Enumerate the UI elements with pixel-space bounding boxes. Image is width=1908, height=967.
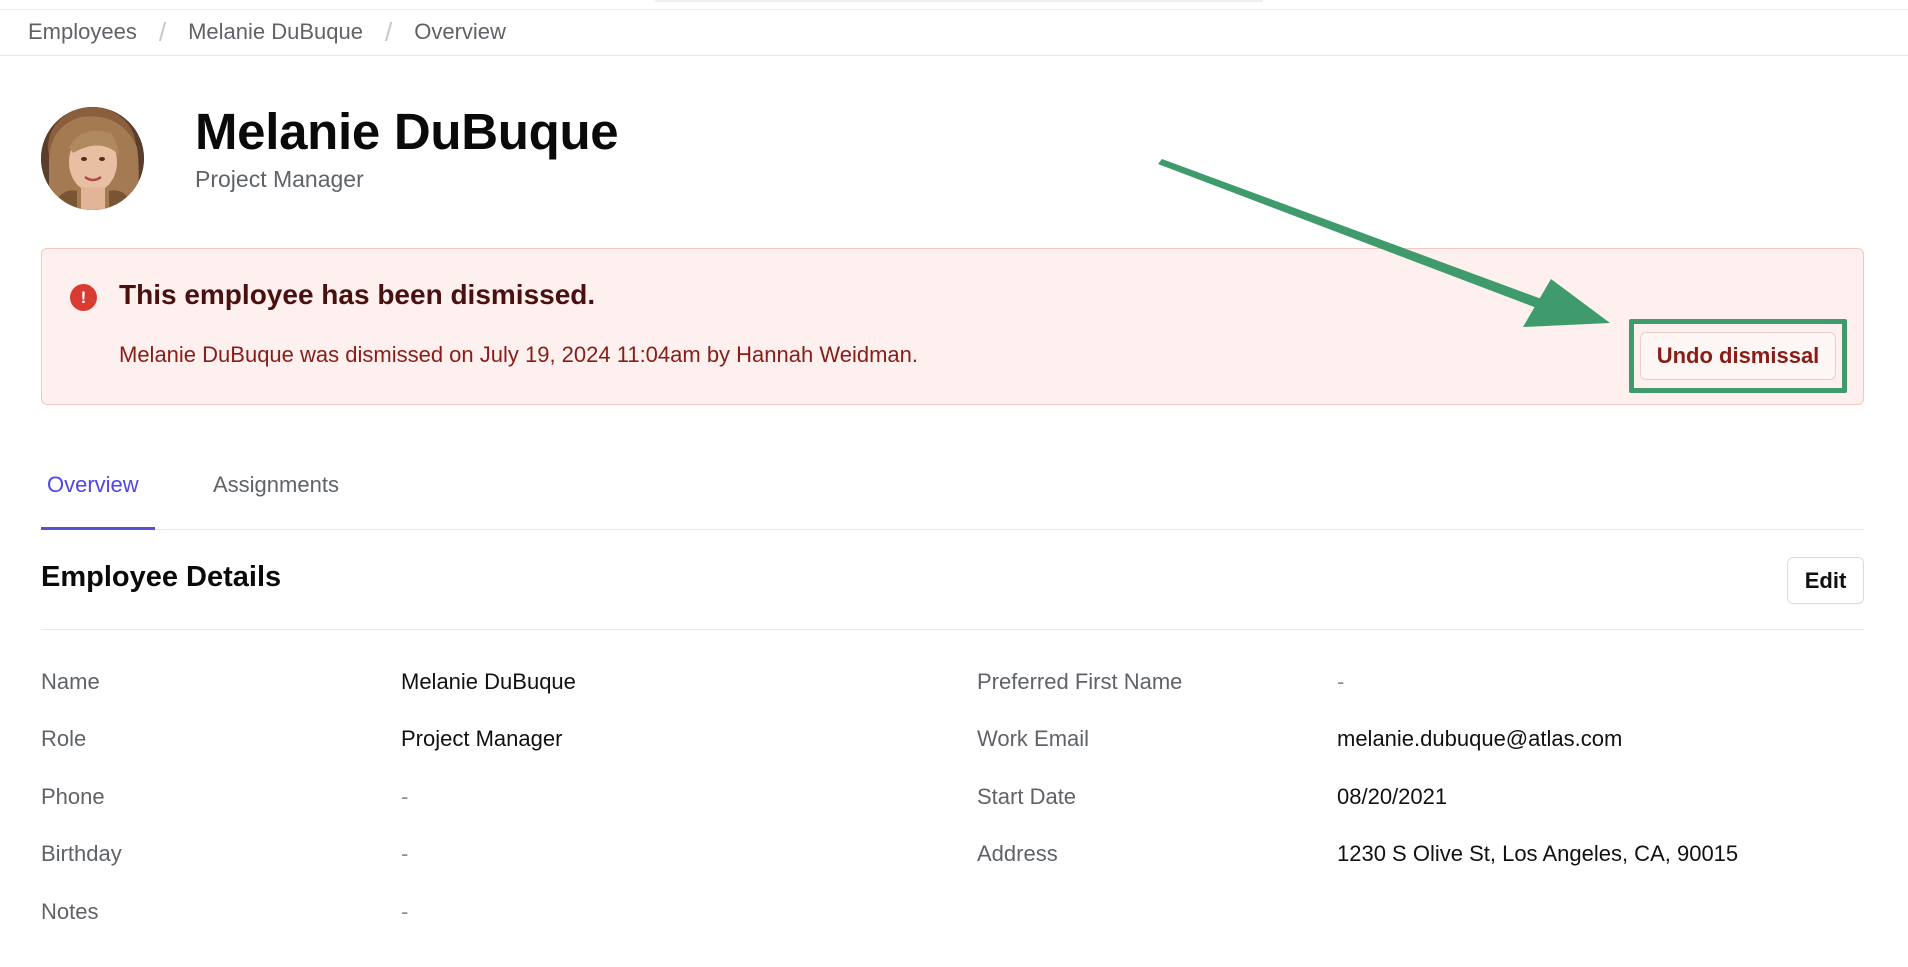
employee-overview-page: Employees / Melanie DuBuque / Overview M… xyxy=(0,0,1908,967)
employee-name: Melanie DuBuque xyxy=(195,103,619,160)
avatar xyxy=(41,107,144,210)
edit-button[interactable]: Edit xyxy=(1787,557,1864,604)
detail-label: Preferred First Name xyxy=(977,669,1183,694)
detail-label: Birthday xyxy=(41,841,122,866)
tab-overview[interactable]: Overview xyxy=(47,472,139,498)
section-divider xyxy=(41,629,1864,630)
breadcrumb-separator: / xyxy=(158,16,167,47)
breadcrumb-divider xyxy=(0,55,1908,56)
detail-label: Work Email xyxy=(977,726,1090,751)
detail-value: - xyxy=(401,784,409,809)
annotation-arrow-icon xyxy=(1158,159,1610,327)
breadcrumb-separator: / xyxy=(384,16,393,47)
detail-label: Phone xyxy=(41,784,105,809)
detail-label: Role xyxy=(41,726,87,751)
breadcrumb-employee[interactable]: Melanie DuBuque xyxy=(188,19,363,45)
avatar-photo xyxy=(41,107,144,210)
active-tab-indicator xyxy=(41,527,155,530)
detail-value: 08/20/2021 xyxy=(1337,784,1448,809)
detail-value: Melanie DuBuque xyxy=(401,669,576,694)
alert-title: This employee has been dismissed. xyxy=(119,279,596,310)
detail-value: Project Manager xyxy=(401,726,563,751)
detail-label: Notes xyxy=(41,899,99,924)
detail-label: Address xyxy=(977,841,1058,866)
alert-circle-icon: ! xyxy=(70,284,97,311)
tab-assignments[interactable]: Assignments xyxy=(213,472,339,498)
breadcrumb-overview: Overview xyxy=(414,19,506,44)
detail-value: - xyxy=(401,841,409,866)
detail-label: Start Date xyxy=(977,784,1077,809)
detail-label: Name xyxy=(41,669,100,694)
detail-value: - xyxy=(1337,669,1345,694)
undo-dismissal-button[interactable]: Undo dismissal xyxy=(1640,332,1836,380)
section-title: Employee Details xyxy=(41,561,282,593)
detail-value: melanie.dubuque@atlas.com xyxy=(1337,726,1623,751)
alert-message: Melanie DuBuque was dismissed on July 19… xyxy=(119,342,918,367)
detail-value: - xyxy=(401,899,409,924)
detail-value: 1230 S Olive St, Los Angeles, CA, 90015 xyxy=(1337,841,1739,866)
breadcrumb: Employees / Melanie DuBuque / Overview xyxy=(28,16,506,48)
employee-title: Project Manager xyxy=(195,166,364,192)
breadcrumb-employees[interactable]: Employees xyxy=(28,19,137,45)
top-toolbar-edge xyxy=(655,0,1263,2)
top-divider xyxy=(0,9,1908,10)
tabs-divider xyxy=(41,529,1864,530)
